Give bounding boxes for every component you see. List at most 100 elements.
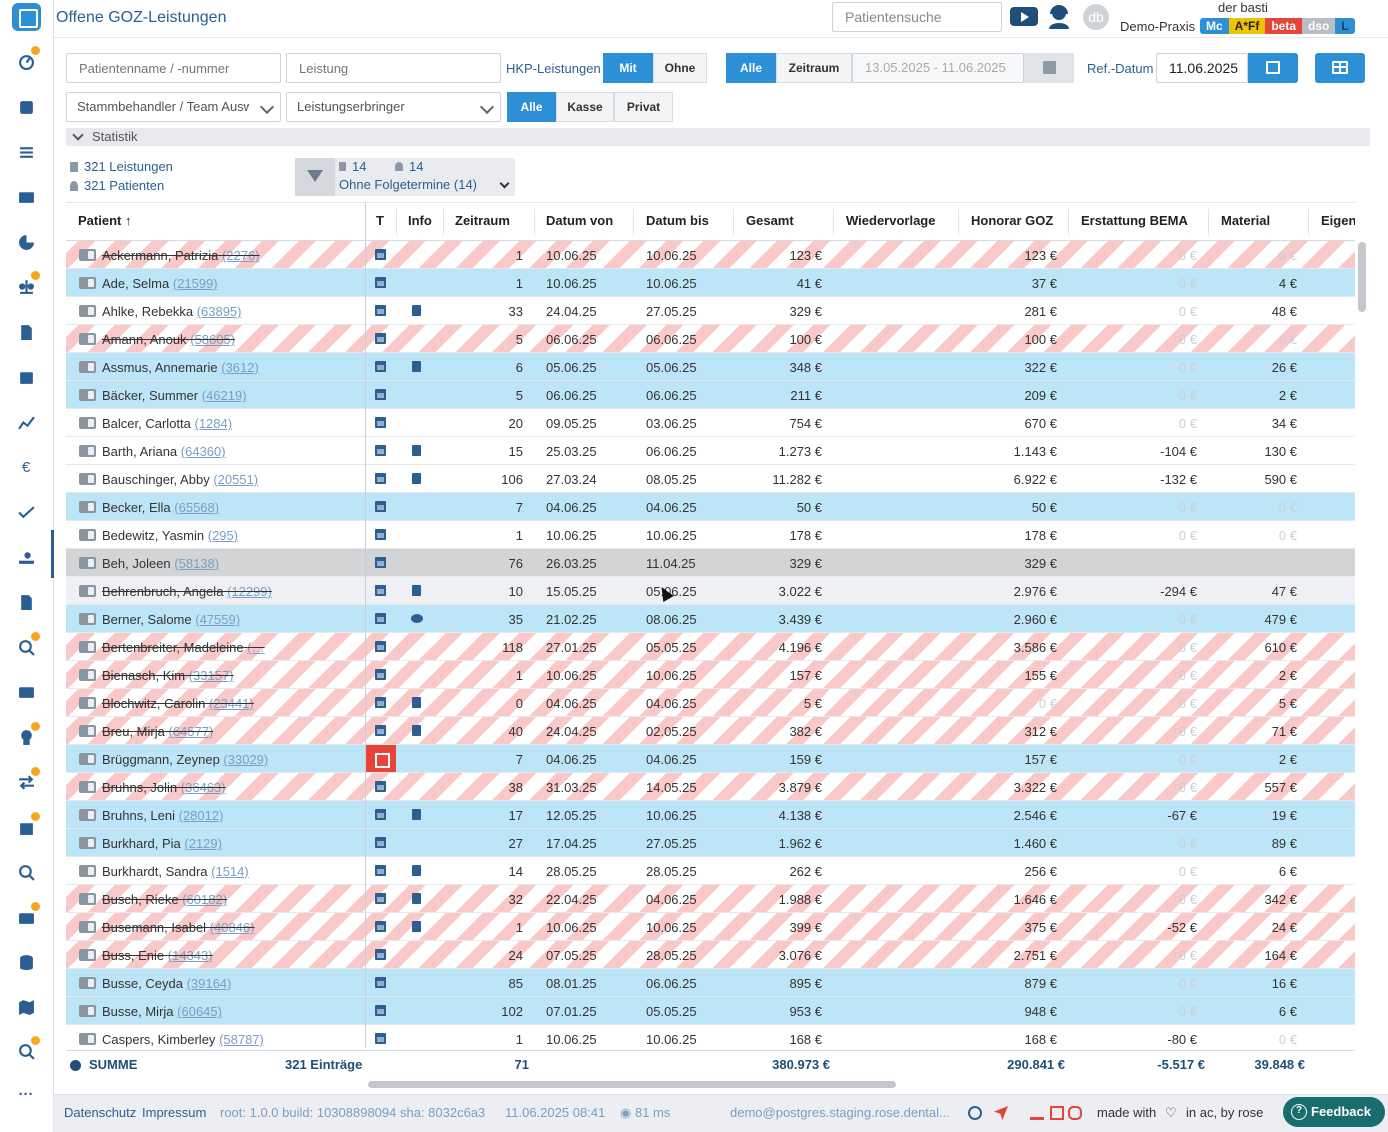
double-check-icon[interactable]: [14, 500, 38, 524]
table-row[interactable]: Bauschinger, Abby (20551) 106 27.03.24 08.0…: [66, 465, 1355, 493]
patient-card-icon[interactable]: [79, 529, 96, 541]
patient-number-link[interactable]: (23441): [209, 696, 254, 711]
table-row[interactable]: Amann, Anouk (58605) 5 06.06.25 06.06.25 100…: [66, 325, 1355, 353]
tool-icon[interactable]: [1030, 1106, 1044, 1120]
document-icon[interactable]: [412, 893, 421, 904]
patient-name[interactable]: Bedewitz, Yasmin (295): [102, 528, 238, 543]
patient-name[interactable]: Becker, Ella (65568): [102, 500, 219, 515]
patient-card-icon[interactable]: [79, 697, 96, 709]
col-datum-bis[interactable]: Datum bis: [646, 213, 709, 228]
patient-card-icon[interactable]: [79, 1033, 96, 1045]
patient-card-icon[interactable]: [79, 557, 96, 569]
calendar-icon[interactable]: [375, 389, 386, 400]
patient-number-link[interactable]: (1284): [195, 416, 233, 431]
document-icon[interactable]: [412, 725, 421, 736]
patient-number-link[interactable]: (65568): [174, 500, 219, 515]
patient-number-link[interactable]: (36463): [181, 780, 226, 795]
calendar-icon[interactable]: [375, 361, 386, 372]
col-patient[interactable]: Patient ↑: [78, 213, 131, 228]
document-icon[interactable]: [412, 445, 421, 456]
insurance-privat-button[interactable]: Privat: [614, 92, 673, 122]
patient-name[interactable]: Beh, Joleen (58138): [102, 556, 219, 571]
calendar-icon[interactable]: [375, 585, 386, 596]
col-erstattung-bema[interactable]: Erstattung BEMA: [1081, 213, 1188, 228]
invoice-dollar-icon[interactable]: [14, 590, 38, 614]
statistics-toggle[interactable]: Statistik: [66, 128, 1370, 146]
patient-card-icon[interactable]: [79, 837, 96, 849]
calendar-icon[interactable]: [375, 417, 386, 428]
ref-date-input[interactable]: 11.06.2025: [1156, 53, 1248, 83]
feedback-button[interactable]: Feedback: [1283, 1097, 1385, 1127]
document-icon[interactable]: [412, 809, 421, 820]
search-chart-icon[interactable]: [14, 1036, 40, 1063]
service-input[interactable]: [286, 53, 501, 83]
patient-number-link[interactable]: (2276): [222, 248, 260, 263]
hkp-ohne-button[interactable]: Ohne: [653, 53, 707, 83]
email-icon[interactable]: [1050, 1106, 1064, 1120]
horizontal-scrollbar[interactable]: [368, 1081, 896, 1088]
patient-number-link[interactable]: (63895): [197, 304, 242, 319]
table-row[interactable]: Busch, Rieke (60182) 32 22.04.25 04.06.25 1.…: [66, 885, 1355, 913]
calendar-icon[interactable]: [375, 725, 386, 736]
database-icon[interactable]: [14, 950, 38, 974]
table-row[interactable]: Blochwitz, Carolin (23441) 0 04.06.25 04.06…: [66, 689, 1355, 717]
document-icon[interactable]: [412, 305, 421, 316]
patient-number-link[interactable]: (40846): [210, 920, 255, 935]
calendar-icon[interactable]: [375, 809, 386, 820]
insurance-kasse-button[interactable]: Kasse: [556, 92, 614, 122]
search-icon[interactable]: [14, 860, 38, 884]
table-row[interactable]: Bruhns, Jolin (36463) 38 31.03.25 14.05.25 3…: [66, 773, 1355, 801]
video-play-icon[interactable]: [1010, 7, 1038, 26]
patient-name[interactable]: Busse, Ceyda (39164): [102, 976, 231, 991]
document-icon[interactable]: [412, 865, 421, 876]
date-range-calendar-icon[interactable]: [1024, 53, 1074, 83]
period-range-button[interactable]: Zeitraum: [776, 53, 852, 83]
table-row[interactable]: Caspers, Kimberley (58787) 1 10.06.25 10.06…: [66, 1025, 1355, 1048]
patient-name[interactable]: Bruhns, Leni (28012): [102, 808, 223, 823]
table-row[interactable]: Burkhardt, Sandra (1514) 14 28.05.25 28.05.…: [66, 857, 1355, 885]
patient-number-link[interactable]: (60182): [182, 892, 227, 907]
table-row[interactable]: Barth, Ariana (64360) 15 25.03.25 06.06.25 1…: [66, 437, 1355, 465]
calendar-icon[interactable]: [375, 641, 386, 652]
database-status-icon[interactable]: [1068, 1106, 1082, 1120]
patient-number-link[interactable]: (64577): [168, 724, 213, 739]
app-logo-icon[interactable]: [12, 3, 41, 31]
search-dollar-icon[interactable]: [14, 632, 40, 659]
patient-name[interactable]: Busse, Mirja (60645): [102, 1004, 222, 1019]
patient-name-input[interactable]: [66, 53, 281, 83]
calendar-icon[interactable]: [375, 697, 386, 708]
euro-icon[interactable]: €: [14, 455, 38, 479]
table-row[interactable]: Becker, Ella (65568) 7 04.06.25 04.06.25 50 …: [66, 493, 1355, 521]
patient-card-icon[interactable]: [79, 333, 96, 345]
user-avatar[interactable]: db: [1083, 4, 1109, 30]
patient-card-icon[interactable]: [79, 277, 96, 289]
calendar-icon[interactable]: [375, 781, 386, 792]
col-info[interactable]: Info: [408, 213, 432, 228]
document-icon[interactable]: [412, 697, 421, 708]
patient-name[interactable]: Bäcker, Summer (46219): [102, 388, 247, 403]
patient-card-icon[interactable]: [79, 473, 96, 485]
transfer-icon[interactable]: [14, 767, 40, 794]
patient-card-icon[interactable]: [79, 781, 96, 793]
col-honorar-goz[interactable]: Honorar GOZ: [971, 213, 1053, 228]
patient-name[interactable]: Busemann, Isabel (40846): [102, 920, 255, 935]
patient-search-input[interactable]: [832, 2, 1002, 32]
calendar-icon[interactable]: [375, 865, 386, 876]
calendar-icon[interactable]: [375, 921, 386, 932]
pie-chart-icon[interactable]: [14, 230, 38, 254]
hand-coin-icon[interactable]: [14, 545, 38, 569]
table-icon[interactable]: [14, 185, 38, 209]
patient-name[interactable]: Burkhardt, Sandra (1514): [102, 864, 249, 879]
patient-number-link[interactable]: (12299): [227, 584, 272, 599]
table-row[interactable]: Bertenbreiter, Madeleine (… 118 27.01.25 05…: [66, 633, 1355, 661]
checkbox-icon[interactable]: [14, 95, 38, 119]
patient-number-link[interactable]: (58787): [219, 1032, 264, 1047]
calendar-icon[interactable]: [375, 277, 386, 288]
patient-number-link[interactable]: (39164): [187, 976, 232, 991]
patient-name[interactable]: Brüggmann, Zeynep (33029): [102, 752, 268, 767]
patient-name[interactable]: Bauschinger, Abby (20551): [102, 472, 258, 487]
col-t[interactable]: T: [376, 213, 384, 228]
patient-card-icon[interactable]: [79, 417, 96, 429]
patient-number-link[interactable]: (14343): [168, 948, 213, 963]
calendar-icon[interactable]: [375, 1005, 386, 1016]
